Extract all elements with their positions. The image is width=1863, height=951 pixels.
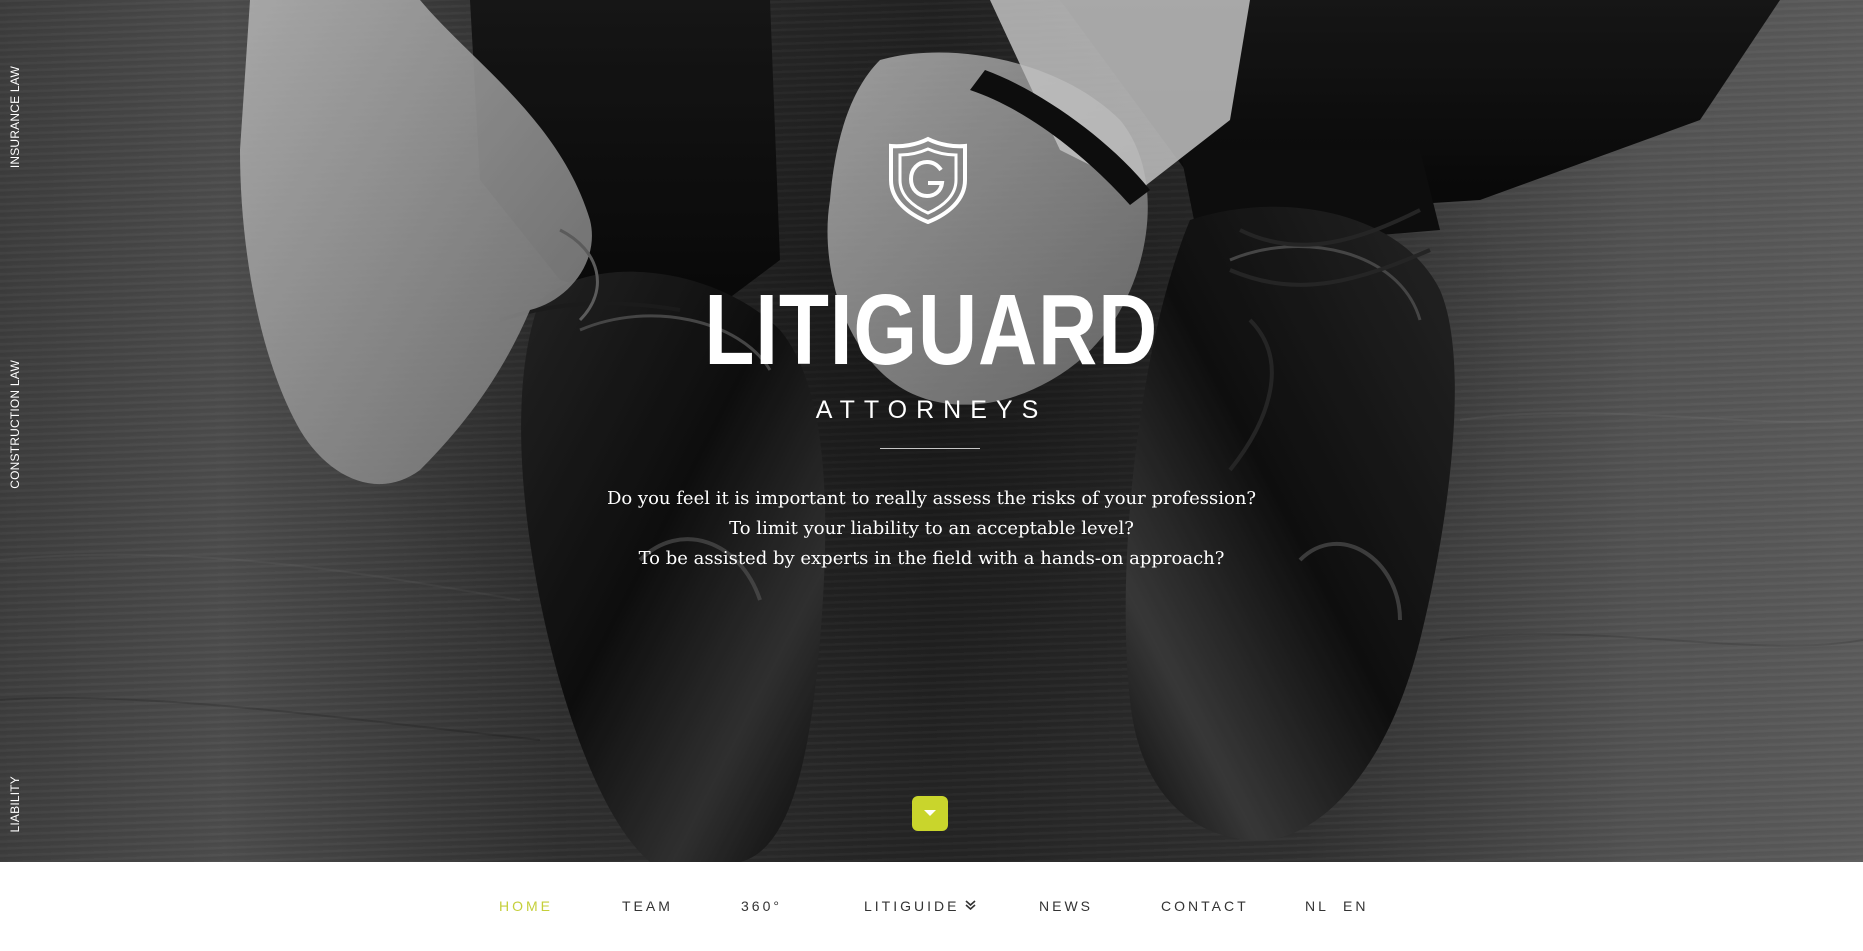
scroll-down-button[interactable] xyxy=(912,796,948,831)
intro-line-1: Do you feel it is important to really as… xyxy=(606,488,1257,509)
intro-line-3: To be assisted by experts in the field w… xyxy=(638,548,1225,569)
double-chevron-down-icon xyxy=(965,900,977,910)
title-divider xyxy=(880,448,980,449)
nav-item-home[interactable]: HOME xyxy=(499,898,553,914)
nav-item-team[interactable]: TEAM xyxy=(622,898,673,914)
intro-text: Do you feel it is important to really as… xyxy=(0,484,1863,574)
nav-item-litiguide[interactable]: LITIGUIDE xyxy=(864,898,977,914)
sidebar-item-liability[interactable]: LIABILITY xyxy=(8,776,22,833)
nav-item-contact[interactable]: CONTACT xyxy=(1161,898,1249,914)
shield-g-logo-icon[interactable] xyxy=(886,136,970,224)
brand-title: LITIGUARD xyxy=(704,274,1159,386)
intro-line-2: To limit your liability to an acceptable… xyxy=(729,518,1134,539)
sidebar-item-insurance-law[interactable]: INSURANCE LAW xyxy=(8,66,22,168)
lang-en[interactable]: EN xyxy=(1343,898,1368,914)
caret-down-icon xyxy=(924,810,936,816)
hero-background-photo xyxy=(0,0,1863,862)
nav-item-litiguide-label: LITIGUIDE xyxy=(864,898,960,914)
nav-item-news[interactable]: NEWS xyxy=(1039,898,1093,914)
hero-section: INSURANCE LAW CONSTRUCTION LAW LIABILITY… xyxy=(0,0,1863,862)
nav-item-360[interactable]: 360° xyxy=(741,898,782,914)
brand-subtitle: ATTORNEYS xyxy=(815,396,1048,424)
lang-nl[interactable]: NL xyxy=(1305,898,1329,914)
